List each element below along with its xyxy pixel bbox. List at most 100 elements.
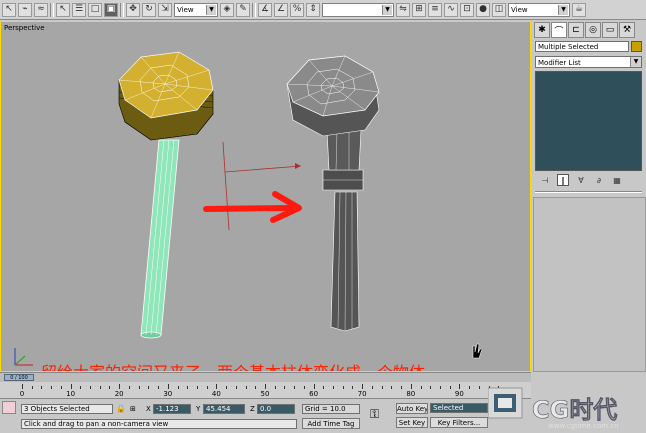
modify-tab-icon[interactable]: ⌒ [551, 22, 567, 38]
bind-spacewarp-icon[interactable]: ≈ [34, 2, 48, 17]
selection-lock-icon[interactable]: 🔒 [116, 404, 126, 414]
ruler-tick-mark [323, 386, 325, 389]
ruler-tick-mark [381, 386, 383, 389]
pivot-center-icon[interactable]: ◈ [220, 2, 234, 17]
auto-key-button[interactable]: Auto Key [396, 403, 428, 414]
selection-count-field: 3 Objects Selected [21, 404, 113, 414]
named-selection-sets-field[interactable]: ▼ [322, 2, 394, 17]
layer-manager-icon[interactable]: ≡ [428, 2, 442, 17]
perspective-viewport[interactable]: Perspective [0, 21, 531, 372]
y-coordinate-label: Y [196, 405, 201, 413]
create-tab-icon[interactable]: ✱ [534, 22, 550, 38]
watermark-brand-text: CG时代 [532, 396, 617, 424]
hierarchy-tab-icon[interactable]: ⊏ [568, 22, 584, 38]
display-tab-icon[interactable]: ▭ [602, 22, 618, 38]
time-slider-track[interactable]: 0 / 100 [0, 372, 531, 382]
move-icon[interactable]: ✥ [126, 2, 140, 17]
ruler-tick-mark [99, 386, 101, 389]
grid-size-display: Grid = 10.0 [302, 404, 360, 414]
y-coordinate-field[interactable]: 45.454 [203, 404, 245, 414]
right-merged-object[interactable] [286, 55, 380, 332]
ruler-tick-mark [187, 386, 189, 389]
chevron-down-icon: ▼ [558, 4, 568, 15]
motion-tab-icon[interactable]: ◎ [585, 22, 601, 38]
x-coordinate-field[interactable]: -1.123 [153, 404, 191, 414]
utilities-tab-icon[interactable]: ⚒ [619, 22, 635, 38]
render-scene-icon[interactable]: ◫ [492, 2, 506, 17]
ruler-tick-mark [60, 386, 62, 389]
watermark-url-text: www.cgtime.com.cn [548, 422, 619, 430]
show-end-result-icon[interactable]: ‖ [557, 174, 569, 186]
ruler-tick-mark [274, 386, 276, 389]
align-icon[interactable]: ⊞ [412, 2, 426, 17]
make-unique-icon[interactable]: ∀ [575, 174, 587, 186]
modifier-list-dropdown[interactable]: Modifier List ▼ [535, 56, 642, 68]
prompt-line: Click and drag to pan a non-camera view [21, 419, 297, 429]
window-crossing-icon[interactable]: ▣ [104, 2, 118, 17]
panel-divider [535, 191, 642, 193]
mirror-icon[interactable]: ⇋ [396, 2, 410, 17]
unlink-icon[interactable]: ⌁ [18, 2, 32, 17]
ruler-tick-mark [449, 386, 451, 389]
time-slider-handle[interactable]: 0 / 100 [4, 374, 34, 381]
select-object-icon[interactable]: ↖ [56, 2, 70, 17]
chevron-down-icon: ▼ [630, 57, 641, 67]
left-cylinder-shaft[interactable] [140, 139, 180, 339]
parameters-rollout-area [533, 197, 646, 372]
material-editor-icon[interactable]: ● [476, 2, 490, 17]
select-link-icon[interactable]: ↖ [2, 2, 16, 17]
render-type-dropdown[interactable]: View ▼ [508, 2, 570, 17]
ruler-tick-mark [284, 386, 286, 389]
cgtime-logo-icon: CG时代 www.cgtime.com.cn [487, 387, 619, 430]
ruler-tick-mark [226, 386, 228, 389]
ruler-tick-mark [245, 386, 247, 389]
pin-stack-icon[interactable]: ⊣ [539, 174, 551, 186]
curve-editor-icon[interactable]: ∿ [444, 2, 458, 17]
ruler-tick-mark [469, 386, 471, 389]
rotate-icon[interactable]: ↻ [142, 2, 156, 17]
stack-tools: ⊣ ‖ ∀ ∂ ▦ [535, 173, 642, 187]
ruler-tick-mark [109, 386, 111, 389]
ruler-tick-mark [90, 386, 92, 389]
absolute-mode-icon[interactable]: ⊞ [130, 404, 142, 414]
angle-snap-icon[interactable]: ∠ [274, 2, 288, 17]
configure-modifier-sets-icon[interactable]: ▦ [611, 174, 623, 186]
quick-render-icon[interactable]: ☕ [572, 2, 586, 17]
modifier-stack[interactable] [535, 71, 642, 171]
ruler-tick-label: 30 [163, 390, 173, 398]
ruler-tick-mark [362, 384, 364, 389]
percent-snap-icon[interactable]: % [290, 2, 304, 17]
ruler-tick-mark [255, 386, 257, 389]
select-manipulate-icon[interactable]: ✎ [236, 2, 250, 17]
rect-selection-icon[interactable]: □ [88, 2, 102, 17]
viewport-caption: 留给大家的空间又来了，两个基本柱体变化成一个物体。 [41, 359, 441, 371]
ruler-tick-mark [22, 384, 23, 389]
left-cylinder-head[interactable] [118, 51, 214, 141]
ruler-tick-mark [333, 386, 335, 389]
ruler-tick-label: 80 [406, 390, 416, 398]
ruler-tick-mark [80, 386, 82, 389]
snap-toggle-icon[interactable]: ∡ [258, 2, 272, 17]
key-filters-button[interactable]: Key Filters... [430, 417, 488, 428]
add-time-tag-button[interactable]: Add Time Tag [302, 418, 360, 429]
scale-icon[interactable]: ⇲ [158, 2, 172, 17]
ruler-tick-mark [342, 386, 344, 389]
select-by-name-icon[interactable]: ☰ [72, 2, 86, 17]
spinner-snap-icon[interactable]: ⇕ [306, 2, 320, 17]
world-axis-tripod [14, 348, 33, 366]
track-bar-ruler[interactable]: 0102030405060708090100 [0, 382, 531, 399]
reference-coordinate-dropdown[interactable]: View ▼ [174, 2, 218, 17]
toolbar-divider [252, 2, 256, 17]
set-key-button[interactable]: Set Key [396, 417, 428, 428]
remove-modifier-icon[interactable]: ∂ [593, 174, 605, 186]
z-coordinate-field[interactable]: 0.0 [257, 404, 295, 414]
set-keys-key-icon[interactable]: ⚿ [370, 406, 390, 422]
ruler-tick-mark [148, 386, 150, 389]
key-mode-dropdown[interactable]: Selected [430, 403, 488, 413]
object-color-swatch[interactable] [631, 41, 642, 52]
transform-gizmo[interactable] [222, 141, 302, 231]
object-name-field[interactable]: Multiple Selected [535, 41, 629, 52]
ruler-tick-label: 0 [19, 390, 25, 398]
schematic-view-icon[interactable]: ⊡ [460, 2, 474, 17]
maxscript-listener-icon[interactable] [2, 401, 16, 414]
